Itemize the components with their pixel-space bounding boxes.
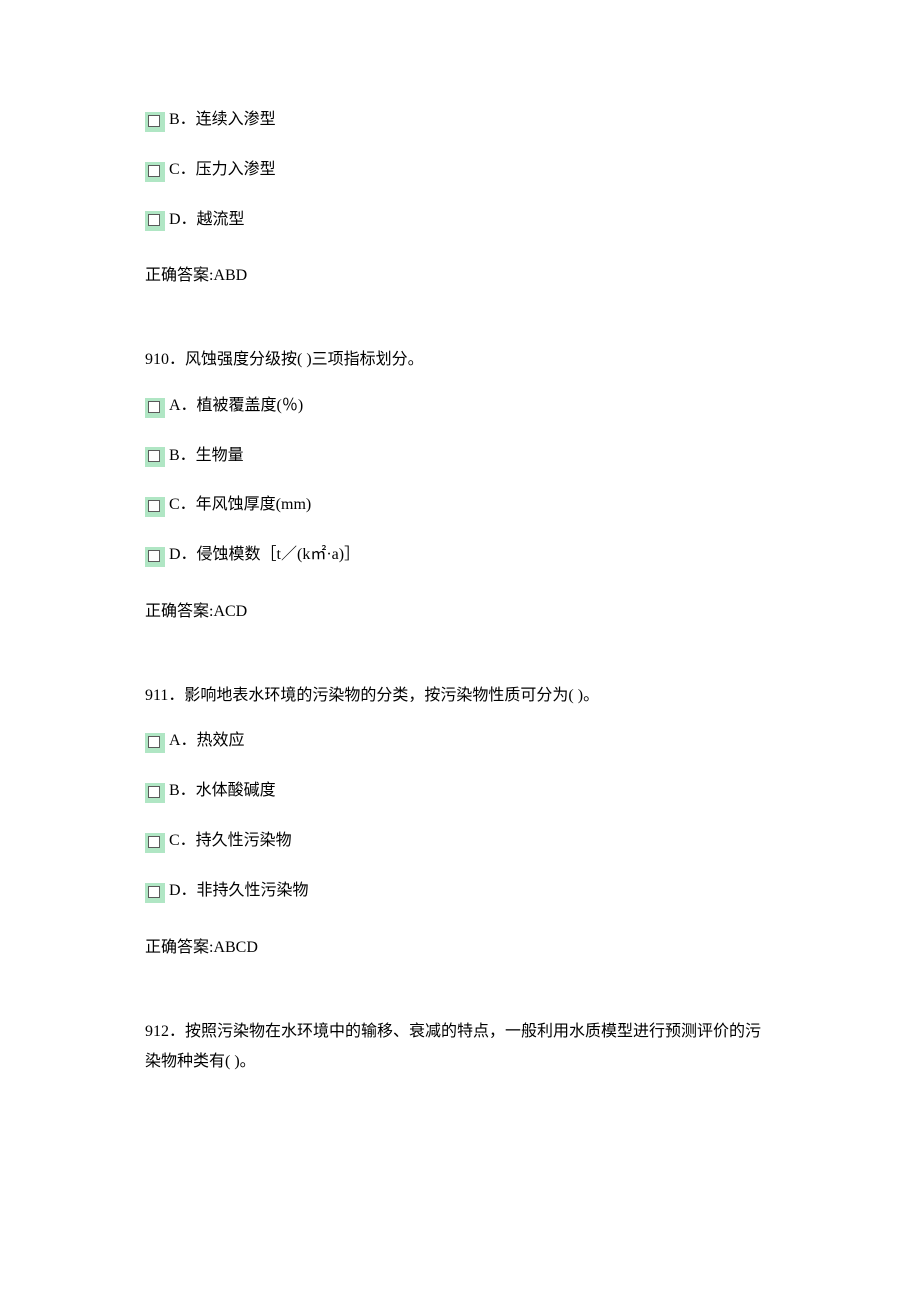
option-text: B．生物量 <box>169 446 244 468</box>
option-row: B．生物量 <box>145 446 775 468</box>
question-text: 911．影响地表水环境的污染物的分类，按污染物性质可分为( )。 <box>145 681 775 711</box>
option-row: A．热效应 <box>145 731 775 753</box>
checkbox-icon[interactable] <box>145 783 165 803</box>
question-block: 910．风蚀强度分级按( )三项指标划分。 A．植被覆盖度(％) B．生物量 C… <box>145 345 775 621</box>
option-text: C．持久性污染物 <box>169 831 292 853</box>
option-text: D．侵蚀模数［t／(k㎡·a)］ <box>169 545 360 567</box>
checkbox-icon[interactable] <box>145 447 165 467</box>
checkbox-icon[interactable] <box>145 162 165 182</box>
option-row: D．非持久性污染物 <box>145 881 775 903</box>
option-row: D．越流型 <box>145 210 775 232</box>
answer-text: 正确答案:ABD <box>145 261 775 285</box>
checkbox-icon[interactable] <box>145 211 165 231</box>
option-row: B．水体酸碱度 <box>145 781 775 803</box>
option-text: C．压力入渗型 <box>169 160 276 182</box>
question-block: B．连续入渗型 C．压力入渗型 D．越流型 正确答案:ABD <box>145 110 775 285</box>
option-text: B．水体酸碱度 <box>169 781 276 803</box>
question-text: 910．风蚀强度分级按( )三项指标划分。 <box>145 345 775 375</box>
checkbox-icon[interactable] <box>145 112 165 132</box>
answer-text: 正确答案:ABCD <box>145 933 775 957</box>
checkbox-icon[interactable] <box>145 547 165 567</box>
option-row: D．侵蚀模数［t／(k㎡·a)］ <box>145 545 775 567</box>
checkbox-icon[interactable] <box>145 833 165 853</box>
option-row: B．连续入渗型 <box>145 110 775 132</box>
checkbox-icon[interactable] <box>145 398 165 418</box>
question-block: 911．影响地表水环境的污染物的分类，按污染物性质可分为( )。 A．热效应 B… <box>145 681 775 957</box>
option-text: A．植被覆盖度(％) <box>169 396 303 418</box>
option-row: A．植被覆盖度(％) <box>145 396 775 418</box>
answer-text: 正确答案:ACD <box>145 597 775 621</box>
option-text: B．连续入渗型 <box>169 110 276 132</box>
option-text: A．热效应 <box>169 731 245 753</box>
question-text: 912．按照污染物在水环境中的输移、衰减的特点，一般利用水质模型进行预测评价的污… <box>145 1017 775 1078</box>
question-block: 912．按照污染物在水环境中的输移、衰减的特点，一般利用水质模型进行预测评价的污… <box>145 1017 775 1078</box>
checkbox-icon[interactable] <box>145 497 165 517</box>
document-page: B．连续入渗型 C．压力入渗型 D．越流型 正确答案:ABD 910．风蚀强度分… <box>0 0 920 1157</box>
option-text: D．越流型 <box>169 210 245 232</box>
option-text: D．非持久性污染物 <box>169 881 309 903</box>
option-text: C．年风蚀厚度(mm) <box>169 495 311 517</box>
checkbox-icon[interactable] <box>145 883 165 903</box>
option-row: C．年风蚀厚度(mm) <box>145 495 775 517</box>
checkbox-icon[interactable] <box>145 733 165 753</box>
option-row: C．持久性污染物 <box>145 831 775 853</box>
option-row: C．压力入渗型 <box>145 160 775 182</box>
